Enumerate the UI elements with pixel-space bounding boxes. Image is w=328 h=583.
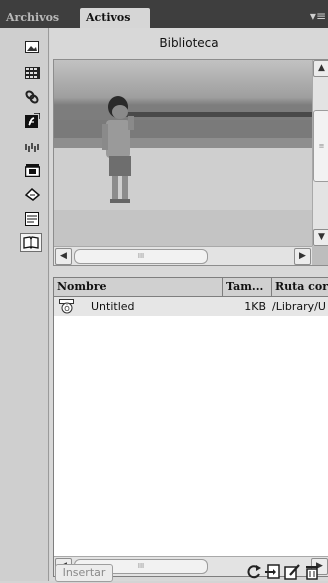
library-icon[interactable] bbox=[20, 233, 42, 252]
panel-tab-bar: Archivos Activos ▾≡ bbox=[0, 0, 328, 28]
new-item-icon[interactable] bbox=[265, 564, 281, 580]
image-icon[interactable] bbox=[22, 38, 42, 55]
insert-button[interactable]: Insertar bbox=[55, 564, 113, 582]
svg-text:Ö: Ö bbox=[64, 304, 70, 313]
item-path: /Library/U bbox=[272, 300, 326, 313]
item-name: Untitled bbox=[91, 300, 135, 313]
library-item-icon: Ö bbox=[59, 299, 75, 314]
shockwave-icon[interactable] bbox=[22, 138, 42, 155]
flash-icon[interactable] bbox=[22, 112, 42, 129]
preview-vertical-scrollbar[interactable]: ▲ ≡ ▼ bbox=[312, 60, 328, 246]
refresh-icon[interactable] bbox=[246, 564, 262, 580]
asset-category-toolbar bbox=[0, 28, 49, 581]
tab-archivos[interactable]: Archivos bbox=[0, 8, 78, 28]
horizontal-scroll-thumb[interactable]: III bbox=[74, 249, 208, 264]
item-size: 1KB bbox=[244, 300, 266, 313]
link-icon[interactable] bbox=[22, 88, 42, 105]
edit-icon[interactable] bbox=[284, 564, 300, 580]
script-icon[interactable] bbox=[22, 186, 42, 203]
scroll-left-icon[interactable]: ◀ bbox=[55, 248, 72, 265]
asset-preview: ▲ ≡ ▼ ◀ III ▶ bbox=[53, 59, 328, 266]
template-icon[interactable] bbox=[22, 210, 42, 227]
delete-icon[interactable] bbox=[304, 564, 320, 580]
library-title: Biblioteca bbox=[159, 36, 219, 50]
library-list: Nombre Tam... Ruta cor Ö Untitled 1KB /L… bbox=[53, 277, 328, 577]
scroll-right-icon[interactable]: ▶ bbox=[294, 248, 311, 265]
color-swatch-icon[interactable] bbox=[22, 64, 42, 81]
library-actions bbox=[246, 564, 328, 581]
scroll-up-icon[interactable]: ▲ bbox=[313, 60, 328, 77]
tab-activos[interactable]: Activos bbox=[80, 8, 150, 28]
scroll-down-icon[interactable]: ▼ bbox=[313, 229, 328, 246]
movie-icon[interactable] bbox=[22, 162, 42, 179]
list-header: Nombre Tam... Ruta cor bbox=[54, 278, 328, 297]
column-header-name[interactable]: Nombre bbox=[54, 278, 223, 296]
column-header-size[interactable]: Tam... bbox=[223, 278, 272, 296]
vertical-scroll-thumb[interactable]: ≡ bbox=[313, 110, 328, 182]
preview-photo bbox=[54, 60, 312, 246]
column-header-path[interactable]: Ruta cor bbox=[272, 278, 328, 296]
panel-menu-icon[interactable]: ▾≡ bbox=[310, 9, 326, 23]
assets-panel: Biblioteca ▲ ≡ ▼ ◀ III ▶ Nombre Tam... R… bbox=[50, 28, 328, 582]
preview-horizontal-scrollbar[interactable]: ◀ III ▶ bbox=[54, 246, 312, 265]
list-item[interactable]: Ö Untitled 1KB /Library/U bbox=[54, 297, 328, 316]
